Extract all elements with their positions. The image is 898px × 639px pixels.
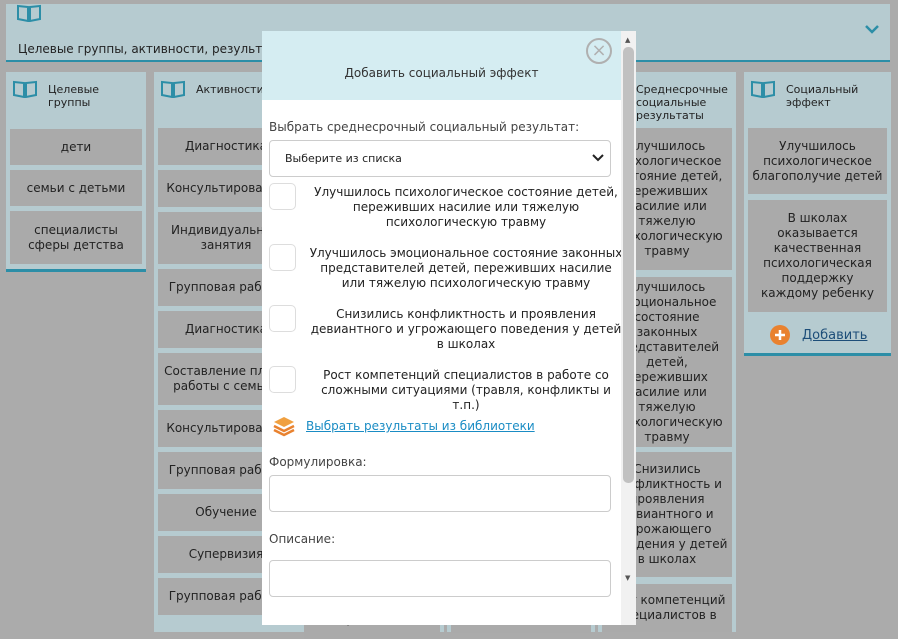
option-row: Улучшилось психологическое состояние дет… <box>269 183 621 235</box>
select-value: Выберите из списка <box>285 152 402 165</box>
option-checkbox[interactable] <box>269 366 296 393</box>
column-target-groups: Целевые группы дети семьи с детьми специ… <box>6 72 146 272</box>
list-item[interactable]: дети <box>10 129 142 165</box>
column-title: Активности <box>196 83 264 96</box>
option-label: Рост компетенций специалистов в работе с… <box>321 368 611 412</box>
library-link-row[interactable]: Выбрать результаты из библиотеки <box>272 415 535 437</box>
select-label: Выбрать среднесрочный социальный результ… <box>269 120 580 134</box>
mid-result-select[interactable]: Выберите из списка <box>269 140 611 177</box>
add-social-effect-modal: Добавить социальный эффект × Выбрать сре… <box>262 31 636 625</box>
add-label: Добавить <box>802 327 868 343</box>
description-input[interactable] <box>269 560 611 597</box>
option-checkbox[interactable] <box>269 244 296 271</box>
option-label: Улучшилось эмоциональное состояние закон… <box>309 246 623 290</box>
column-social-effect: Социальный эффект Улучшилось психологиче… <box>744 72 891 356</box>
stack-icon <box>273 417 295 437</box>
modal-header: Добавить социальный эффект × <box>262 31 621 100</box>
option-checkbox[interactable] <box>269 183 296 210</box>
modal-title: Добавить социальный эффект <box>344 66 539 80</box>
library-link[interactable]: Выбрать результаты из библиотеки <box>306 419 535 433</box>
list-item[interactable]: В школах оказывается качественная психол… <box>748 200 887 312</box>
list-item[interactable]: Улучшилось психологическое благополучие … <box>748 128 887 194</box>
column-title: Среднесрочные социальные результаты <box>636 83 728 122</box>
option-row: Рост компетенций специалистов в работе с… <box>269 366 621 412</box>
column-title: Целевые группы <box>48 83 100 109</box>
close-icon[interactable]: × <box>586 38 612 64</box>
option-label: Улучшилось психологическое состояние дет… <box>314 185 618 229</box>
scroll-thumb[interactable] <box>623 47 634 483</box>
chevron-down-icon[interactable] <box>864 24 880 34</box>
scroll-up-icon[interactable]: ▲ <box>625 36 630 44</box>
option-checkbox[interactable] <box>269 305 296 332</box>
list-item[interactable]: семьи с детьми <box>10 170 142 206</box>
formulation-input[interactable] <box>269 475 611 512</box>
modal-scrollbar[interactable]: ▲ ▼ <box>621 31 636 625</box>
column-header: Социальный эффект <box>744 72 891 124</box>
section-title: Целевые группы, активности, результаты <box>18 42 287 56</box>
chevron-down-icon <box>592 154 604 162</box>
book-icon <box>13 80 37 98</box>
option-label: Снизились конфликтность и проявления дев… <box>310 307 622 351</box>
option-row: Улучшилось эмоциональное состояние закон… <box>269 244 623 296</box>
description-label: Описание: <box>269 532 336 546</box>
book-icon <box>17 4 41 22</box>
add-button[interactable]: Добавить <box>770 325 867 345</box>
column-title: Социальный эффект <box>786 83 859 109</box>
book-icon <box>161 80 185 98</box>
column-header: Целевые группы <box>6 72 146 124</box>
scroll-down-icon[interactable]: ▼ <box>625 574 630 582</box>
plus-circle-icon <box>770 325 790 345</box>
list-item[interactable]: специалисты сферы детства <box>10 211 142 264</box>
formulation-label: Формулировка: <box>269 455 367 469</box>
book-icon <box>751 80 775 98</box>
option-row: Снизились конфликтность и проявления дев… <box>269 305 621 357</box>
